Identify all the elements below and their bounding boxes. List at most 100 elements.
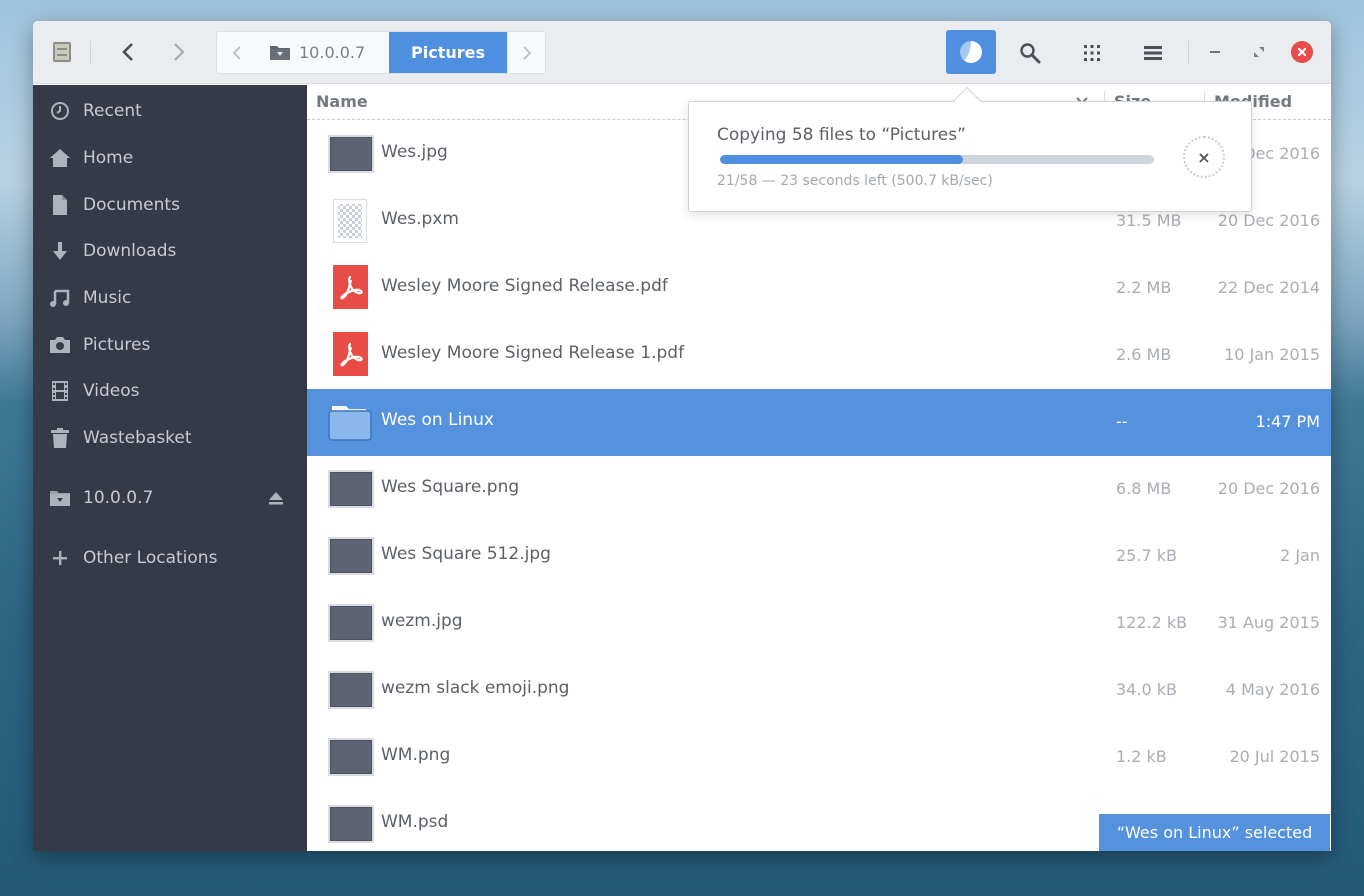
file-modified: 20 Dec 2016	[1217, 211, 1320, 230]
maximize-icon	[1254, 47, 1264, 57]
sidebar-item-recent[interactable]: Recent	[33, 91, 307, 131]
header-separator	[90, 41, 91, 65]
file-modified: 20 Jul 2015	[1229, 747, 1320, 766]
file-size: 2.6 MB	[1116, 345, 1172, 364]
minimize-icon	[1210, 51, 1220, 53]
plus-icon	[49, 547, 71, 569]
close-button[interactable]	[1289, 39, 1315, 65]
file-modified: 20 Dec 2016	[1217, 479, 1320, 498]
file-modified: 10 Jan 2015	[1224, 345, 1320, 364]
hamburger-menu-icon	[1144, 46, 1162, 60]
file-size: 2.2 MB	[1116, 278, 1172, 297]
file-operations-popover: Copying 58 files to “Pictures” 21/58 — 2…	[688, 86, 1252, 212]
search-icon	[1020, 43, 1041, 64]
file-row[interactable]: Wesley Moore Signed Release.pdf 2.2 MB 22 …	[307, 255, 1331, 322]
minimize-button[interactable]	[1202, 39, 1228, 65]
sidebar-item-label: Wastebasket	[83, 428, 192, 448]
file-size: 34.0 kB	[1116, 680, 1177, 699]
close-icon	[1291, 41, 1313, 63]
column-header-name[interactable]: Name	[316, 92, 368, 111]
file-row[interactable]: WM.png 1.2 kB 20 Jul 2015	[307, 724, 1331, 791]
grid-view-button[interactable]	[1076, 37, 1108, 69]
chevron-right-icon	[174, 43, 185, 61]
file-row[interactable]: wezm.jpg 122.2 kB 31 Aug 2015	[307, 590, 1331, 657]
sidebar-item-label: 10.0.0.7	[83, 488, 154, 508]
file-size: 1.2 kB	[1116, 747, 1167, 766]
sidebar-item-network-host[interactable]: 10.0.0.7	[33, 478, 307, 518]
path-scroll-left-button[interactable]	[217, 32, 257, 73]
sidebar-item-music[interactable]: Music	[33, 278, 307, 318]
file-name: WM.png	[381, 745, 451, 765]
sidebar-item-label: Recent	[83, 101, 142, 121]
camera-icon	[49, 334, 71, 356]
header-separator	[1188, 41, 1189, 65]
pixelmator-file-icon	[333, 199, 367, 243]
network-folder-icon	[270, 46, 290, 60]
file-row[interactable]: Wes on Linux -- 1:47 PM	[307, 389, 1331, 456]
file-row[interactable]: wezm slack emoji.png 34.0 kB 4 May 2016	[307, 657, 1331, 724]
file-size: --	[1116, 412, 1128, 431]
file-name: Wes on Linux	[381, 410, 494, 430]
network-folder-icon	[49, 487, 71, 509]
cancel-operation-button[interactable]: ×	[1183, 136, 1225, 178]
operation-progress-fill	[720, 155, 964, 164]
maximize-button[interactable]	[1246, 39, 1272, 65]
file-size: 25.7 kB	[1116, 546, 1177, 565]
sidebar-item-label: Videos	[83, 381, 140, 401]
sidebar-item-label: Downloads	[83, 241, 177, 261]
path-scroll-right-button[interactable]	[507, 32, 545, 73]
sidebar-item-label: Other Locations	[83, 548, 218, 568]
eject-icon[interactable]	[267, 490, 285, 506]
file-name: wezm slack emoji.png	[381, 678, 570, 698]
file-name: wezm.jpg	[381, 611, 463, 631]
sidebar-item-videos[interactable]: Videos	[33, 371, 307, 411]
path-segment-host[interactable]: 10.0.0.7	[257, 32, 389, 73]
file-name: Wes.pxm	[381, 209, 459, 229]
sidebar-item-label: Home	[83, 148, 134, 168]
menu-button[interactable]	[1137, 37, 1169, 69]
file-name: Wes Square 512.jpg	[381, 544, 551, 564]
forward-button[interactable]	[164, 37, 194, 67]
path-bar: 10.0.0.7 Pictures	[216, 31, 546, 74]
sidebar-item-downloads[interactable]: Downloads	[33, 231, 307, 271]
file-name: WM.psd	[381, 812, 449, 832]
image-thumbnail-icon	[328, 537, 374, 575]
file-name: Wes.jpg	[381, 142, 448, 162]
sidebar-item-label: Documents	[83, 195, 180, 215]
chevron-right-icon	[522, 45, 531, 60]
image-thumbnail-icon	[328, 738, 374, 776]
operations-button[interactable]	[946, 30, 996, 74]
sidebar-item-home[interactable]: Home	[33, 138, 307, 178]
file-row[interactable]: Wes Square.png 6.8 MB 20 Dec 2016	[307, 456, 1331, 523]
file-manager-window: 10.0.0.7 Pictures Recent Home Documents …	[33, 21, 1331, 851]
file-size: 6.8 MB	[1116, 479, 1172, 498]
file-name: Wesley Moore Signed Release.pdf	[381, 276, 668, 296]
file-row[interactable]: Wesley Moore Signed Release 1.pdf 2.6 MB 1…	[307, 322, 1331, 389]
back-button[interactable]	[113, 37, 143, 67]
file-modified: 4 May 2016	[1225, 680, 1320, 699]
file-modified: 31 Aug 2015	[1217, 613, 1321, 632]
sidebar-item-documents[interactable]: Documents	[33, 185, 307, 225]
pdf-file-icon	[333, 332, 368, 376]
download-icon	[49, 240, 71, 262]
sidebar-item-wastebasket[interactable]: Wastebasket	[33, 418, 307, 458]
sidebar-item-label: Music	[83, 288, 132, 308]
operation-status: 21/58 — 23 seconds left (500.7 kB/sec)	[717, 173, 993, 189]
file-modified: 2 Jan	[1280, 546, 1320, 565]
sidebar-item-other-locations[interactable]: Other Locations	[33, 538, 307, 578]
image-thumbnail-icon	[328, 135, 374, 173]
file-modified: 22 Dec 2014	[1217, 278, 1320, 297]
search-button[interactable]	[1014, 37, 1046, 69]
image-thumbnail-icon	[328, 805, 374, 843]
sidebar-item-pictures[interactable]: Pictures	[33, 325, 307, 365]
operation-progress-bar	[720, 155, 1154, 164]
chevron-left-icon	[122, 43, 133, 61]
image-thumbnail-icon	[328, 671, 374, 709]
grid-view-icon	[1084, 45, 1100, 61]
file-row[interactable]: Wes Square 512.jpg 25.7 kB 2 Jan	[307, 523, 1331, 590]
file-size: 31.5 MB	[1116, 211, 1182, 230]
path-segment-current[interactable]: Pictures	[389, 32, 507, 73]
sidebar-item-label: Pictures	[83, 335, 151, 355]
file-name: Wes Square.png	[381, 477, 520, 497]
app-drawer-icon[interactable]	[51, 41, 73, 63]
